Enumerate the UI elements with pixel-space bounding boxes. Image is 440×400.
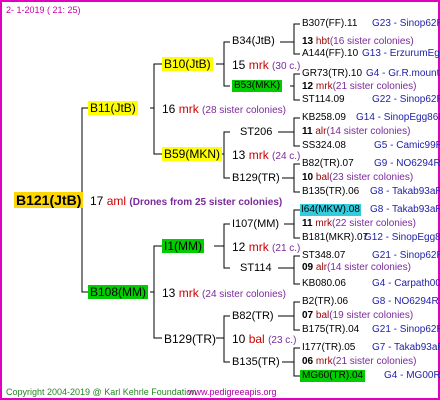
gen1-sire[interactable]: B11(JtB) (88, 101, 138, 115)
root-note: (Drones from 25 sister colonies) (129, 197, 283, 208)
gen3-node[interactable]: ST114 (240, 262, 272, 274)
gen2-node[interactable]: B129(TR) (164, 332, 216, 346)
gen1-dam-info: 13 mrk (24 sister colonies) (162, 286, 286, 300)
gen4-node[interactable]: B2(TR).06 (302, 296, 348, 308)
root-abbr: aml (106, 194, 127, 208)
pedigree-panel: 2- 1-2019 ( 21: 25) B121(JtB) 17 aml (Dr… (0, 0, 440, 400)
gen2-info: 13 mrk (24 c.) (232, 148, 301, 162)
gen3-info: 10 bal(23 sister colonies) (302, 172, 414, 183)
gen4-place: G14 - SinopEgg86R (356, 112, 440, 123)
gen2-info: 10 bal (23 c.) (232, 332, 297, 346)
gen4-node[interactable]: B307(FF).11 (302, 18, 357, 30)
gen4-node[interactable]: GR73(TR).10 (302, 68, 362, 80)
footer-site-link[interactable]: www.pedigreeapis.org (188, 386, 277, 398)
gen4-node[interactable]: KB258.09 (302, 112, 346, 124)
gen4-place: G21 - Sinop62R (372, 250, 440, 261)
gen4-node[interactable]: SS324.08 (302, 140, 346, 152)
gen3-node[interactable]: I107(MM) (232, 218, 279, 230)
gen4-place: G7 - Takab93aR (372, 342, 440, 353)
gen4-place: G8 - Takab93aR (370, 204, 440, 215)
gen2-node[interactable]: I1(MM) (162, 239, 204, 253)
gen4-node[interactable]: A144(FF).10 (302, 48, 358, 60)
gen3-info: 11 alr(14 sister colonies) (302, 126, 411, 137)
gen4-place: G21 - Sinop62R (372, 324, 440, 335)
root-count: 17 (90, 194, 104, 208)
gen2-info: 15 mrk (30 c.) (232, 58, 301, 72)
gen4-node[interactable]: B135(TR).06 (302, 186, 359, 198)
gen2-node[interactable]: B10(JtB) (162, 57, 213, 71)
gen4-place: G12 - SinopEgg86R (364, 232, 440, 243)
gen4-place: G9 - NO6294R (374, 158, 440, 169)
gen4-node[interactable]: MG60(TR).04 (300, 370, 366, 382)
gen4-node[interactable]: ST348.07 (302, 250, 345, 262)
gen4-node[interactable]: I177(TR).05 (302, 342, 355, 354)
root-queen[interactable]: B121(JtB) (14, 192, 84, 208)
gen3-info: 09 alr(14 sister colonies) (302, 262, 411, 273)
root-info: 17 aml (Drones from 25 sister colonies) (90, 194, 282, 210)
gen4-node[interactable]: B181(MKR).07 (302, 232, 368, 244)
gen3-info: 11 mrk(22 sister colonies) (302, 218, 416, 229)
gen4-place: G22 - Sinop62R (372, 94, 440, 105)
gen2-node[interactable]: B59(MKN) (162, 147, 223, 161)
gen4-place: G4 - Carpath00R (372, 278, 440, 289)
gen1-dam[interactable]: B108(MM) (88, 285, 149, 299)
gen4-place: G4 - Gr.R.mounta (366, 68, 440, 79)
gen3-node[interactable]: B135(TR) (232, 356, 280, 368)
gen4-place: G4 - MG00R (384, 370, 440, 381)
gen4-node[interactable]: ST114.09 (302, 94, 345, 106)
gen4-place: G13 - ErzurumEgg8 (362, 48, 440, 59)
gen4-place: G8 - NO6294R (372, 296, 439, 307)
gen4-node[interactable]: KB080.06 (302, 278, 346, 290)
gen2-info: 12 mrk (21 c.) (232, 240, 301, 254)
gen3-node[interactable]: B82(TR) (232, 310, 274, 322)
footer-copyright: Copyright 2004-2019 @ Karl Kehrle Founda… (6, 387, 197, 397)
gen3-node[interactable]: B53(MKK) (232, 80, 283, 92)
gen3-info: 13 hbt(16 sister colonies) (302, 36, 414, 47)
gen4-node[interactable]: B175(TR).04 (302, 324, 359, 336)
gen4-place: G5 - Camic99R (374, 140, 440, 151)
gen3-info: 07 bal(19 sister colonies) (302, 310, 414, 321)
header-date: 2- 1-2019 ( 21: 25) (6, 5, 81, 15)
gen3-info: 06 mrk(21 sister colonies) (302, 356, 417, 367)
gen3-node[interactable]: B129(TR) (232, 172, 280, 184)
gen4-node[interactable]: I64(MKW).08 (300, 204, 361, 216)
gen3-node[interactable]: B34(JtB) (232, 35, 275, 47)
gen1-sire-info: 16 mrk (28 sister colonies) (162, 102, 286, 116)
gen4-node[interactable]: B82(TR).07 (302, 158, 354, 170)
gen4-place: G8 - Takab93aR (370, 186, 440, 197)
gen3-info: 12 mrk(21 sister colonies) (302, 81, 417, 92)
gen3-node[interactable]: ST206 (240, 126, 272, 138)
gen4-place: G23 - Sinop62R (372, 18, 440, 29)
